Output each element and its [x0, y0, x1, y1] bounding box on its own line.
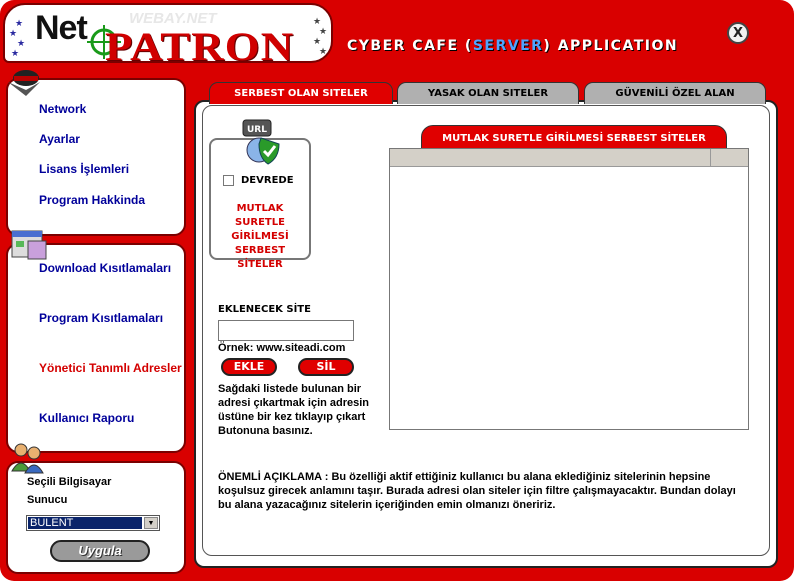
- brand-patron: PATRON: [105, 24, 295, 69]
- example-text: Örnek: www.siteadi.com: [218, 342, 346, 354]
- selected-computer-label: Seçili Bilgisayar: [27, 476, 112, 488]
- star-icon: ★: [319, 46, 328, 56]
- star-icon: ★: [9, 28, 18, 38]
- star-icon: ★: [17, 38, 26, 48]
- main-panel: URL DEVREDE MUTLAK SURETLE GİRİLMESİ SER…: [194, 100, 778, 568]
- allowed-caption-line: MUTLAK SURETLE: [235, 203, 285, 228]
- sidebar-item-ayarlar[interactable]: Ayarlar: [39, 132, 80, 146]
- brand-net: Net: [35, 9, 88, 47]
- enabled-checkbox-label: DEVREDE: [241, 175, 294, 186]
- important-note: ÖNEMLİ AÇIKLAMA : Bu özelliği aktif etti…: [218, 471, 736, 511]
- apply-button[interactable]: Uygula: [50, 540, 150, 562]
- sidebar-server-panel: Seçili Bilgisayar Sunucu BULENT ▼ Uygula: [6, 443, 186, 574]
- sidebar-item-network[interactable]: Network: [39, 102, 86, 116]
- add-button[interactable]: EKLE: [221, 358, 277, 376]
- sidebar-restrictions-panel: Download Kısıtlamaları Program Kısıtlama…: [6, 230, 186, 453]
- sidebar-item-program-hakkinda[interactable]: Program Hakkinda: [39, 193, 145, 207]
- star-icon: ★: [313, 36, 322, 46]
- logo-panel: ★ ★ ★ ★ ★ ★ ★ ★ Net WEBAY.NET PATRON: [3, 3, 333, 69]
- main-content: URL DEVREDE MUTLAK SURETLE GİRİLMESİ SER…: [202, 105, 770, 556]
- site-list-column[interactable]: [390, 149, 711, 167]
- star-icon: ★: [319, 26, 328, 36]
- star-icon: ★: [15, 18, 24, 28]
- users-icon: [11, 443, 44, 474]
- add-site-label: EKLENECEK SİTE: [218, 304, 311, 315]
- sidebar-item-lisans[interactable]: Lisans İşlemleri: [39, 162, 129, 176]
- allowed-caption: MUTLAK SURETLE GİRİLMESİ SERBEST SİTELER: [211, 202, 309, 272]
- tab-banned-sites[interactable]: YASAK OLAN SITELER: [397, 82, 579, 104]
- chevron-down-icon[interactable]: ▼: [144, 517, 158, 529]
- sidebar-item-admin-addresses[interactable]: Yönetici Tanımlı Adresler: [39, 361, 182, 375]
- help-text: Sağdaki listede bulunan bir adresi çıkar…: [218, 383, 370, 437]
- server-dropdown[interactable]: BULENT ▼: [26, 515, 160, 531]
- app-window: ★ ★ ★ ★ ★ ★ ★ ★ Net WEBAY.NET PATRON CYB…: [0, 0, 794, 581]
- allowed-sites-box: URL DEVREDE MUTLAK SURETLE GİRİLMESİ SER…: [209, 119, 311, 270]
- star-icon: ★: [11, 48, 20, 58]
- app-title: CYBER CAFE (SERVER) APPLICATION: [347, 38, 678, 54]
- allowed-caption-line: GİRİLMESİ: [231, 231, 289, 242]
- app-title-server: SERVER: [472, 38, 544, 54]
- close-button[interactable]: X: [727, 22, 749, 44]
- window-icon: [11, 230, 47, 260]
- url-icon-text: URL: [247, 125, 267, 135]
- tab-trusted-area[interactable]: GÜVENİLİ ÖZEL ALAN: [584, 82, 766, 104]
- allowed-caption-line: SERBEST SİTELER: [234, 245, 286, 270]
- tab-allowed-sites[interactable]: SERBEST OLAN SITELER: [209, 82, 393, 104]
- url-shield-icon: URL: [242, 119, 280, 165]
- enabled-checkbox[interactable]: [223, 175, 234, 186]
- sidebar-settings-panel: Network Ayarlar Lisans İşlemleri Program…: [6, 70, 186, 236]
- sidebar-item-user-report[interactable]: Kullanıcı Raporu: [39, 411, 134, 425]
- site-list[interactable]: [389, 148, 749, 430]
- close-icon: X: [732, 25, 744, 41]
- app-title-part: CYBER CAFE (: [347, 38, 473, 54]
- delete-button[interactable]: SİL: [298, 358, 354, 376]
- sidebar-item-download-limits[interactable]: Download Kısıtlamaları: [39, 261, 171, 275]
- site-list-header: [390, 149, 748, 167]
- site-input[interactable]: [218, 320, 354, 341]
- sidebar-item-program-limits[interactable]: Program Kısıtlamaları: [39, 311, 163, 325]
- hat-icon: [8, 70, 40, 96]
- star-icon: ★: [313, 16, 322, 26]
- app-title-part: ) APPLICATION: [543, 38, 679, 54]
- server-label: Sunucu: [27, 494, 68, 506]
- server-dropdown-value: BULENT: [28, 517, 142, 529]
